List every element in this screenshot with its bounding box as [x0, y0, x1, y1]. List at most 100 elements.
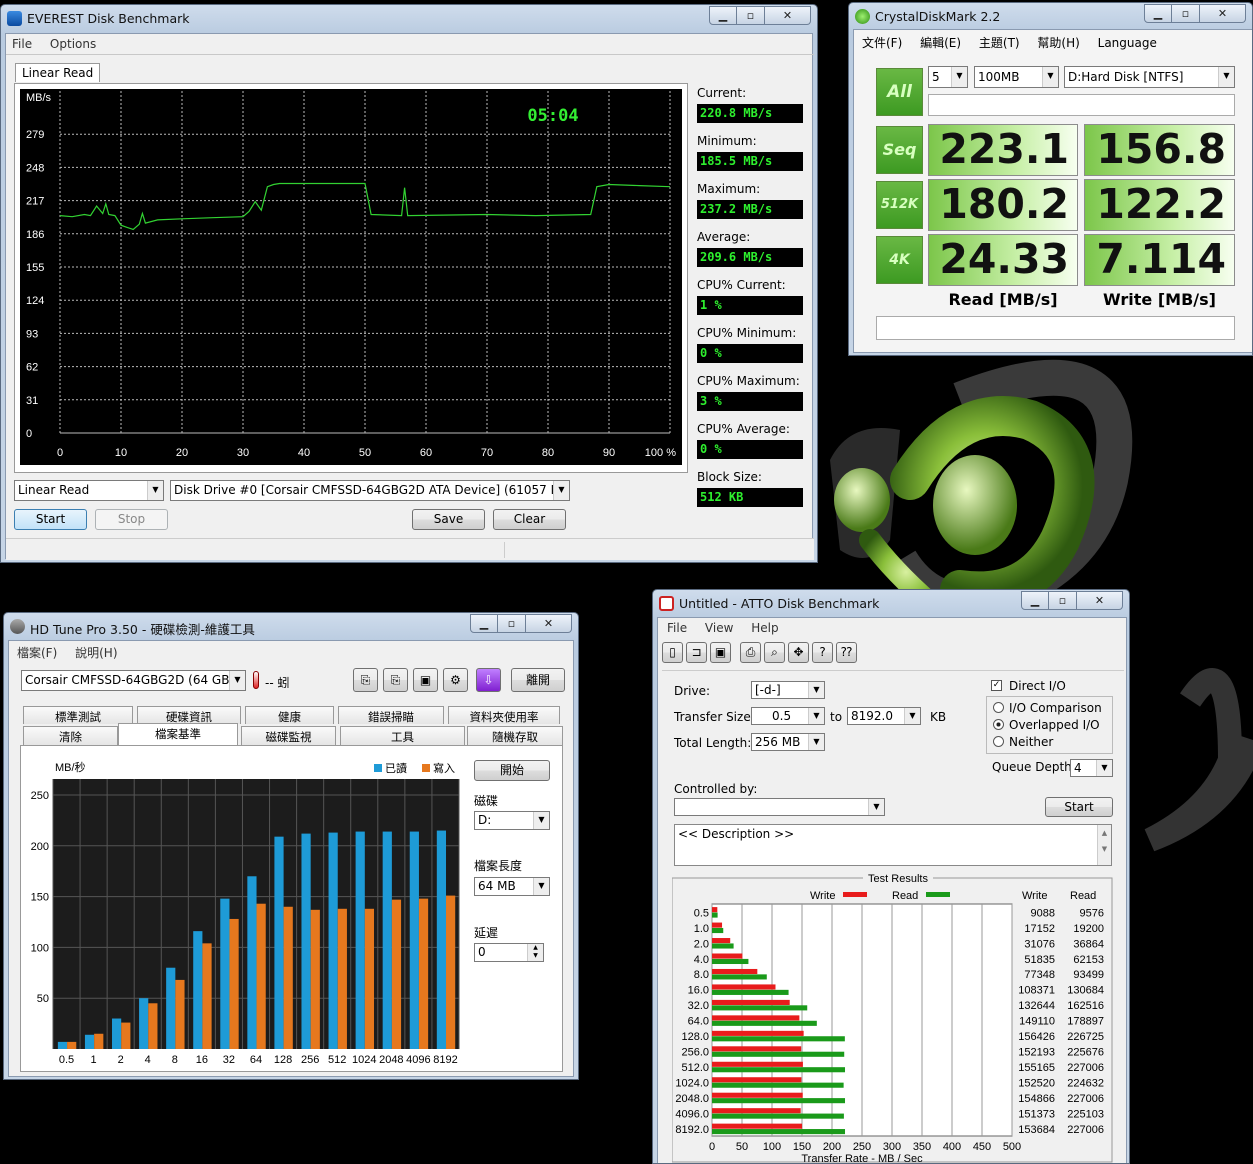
close-icon[interactable]: ✕ — [1200, 4, 1246, 23]
print-preview-icon[interactable]: ⌕ — [764, 642, 785, 663]
tab-erase[interactable]: 清除 — [23, 726, 118, 745]
hdtune-titlebar[interactable]: HD Tune Pro 3.50 - 硬碟檢測-維護工具 ▁ ▫ ✕ — [4, 613, 578, 641]
minimize-icon[interactable]: ▁ — [1144, 4, 1172, 23]
read-value: 226725 — [1067, 1031, 1104, 1043]
hdtune-app-icon — [10, 619, 25, 634]
tab-health[interactable]: 健康 — [245, 706, 334, 724]
cdm-comment-box[interactable] — [928, 94, 1235, 116]
menu-theme[interactable]: 主題(T) — [979, 36, 1020, 50]
close-icon[interactable]: ✕ — [1077, 591, 1123, 610]
tab-error-scan[interactable]: 錯誤掃瞄 — [338, 706, 444, 724]
scrollbar[interactable]: ▲ ▼ — [1097, 825, 1111, 865]
open-folder-icon[interactable]: ⊐ — [686, 642, 707, 663]
save-icon[interactable]: ▣ — [710, 642, 731, 663]
context-help-icon[interactable]: ⁇ — [836, 642, 857, 663]
atto-titlebar[interactable]: Untitled - ATTO Disk Benchmark ▁ ▫ ✕ — [653, 590, 1129, 618]
options-icon[interactable]: ⚙ — [443, 668, 468, 692]
exit-button[interactable]: 離開 — [511, 668, 565, 692]
write-bar — [712, 1077, 802, 1083]
transfer-to-select[interactable]: 8192.0 ▼ — [847, 707, 921, 725]
tab-disk-monitor[interactable]: 磁碟監視 — [241, 726, 336, 745]
hdtune-drive-select[interactable]: Corsair CMFSSD-64GBG2D (64 GB) ▼ — [21, 670, 246, 691]
menu-help[interactable]: 說明(H) — [75, 646, 117, 660]
y-tick-label: 0 — [26, 428, 32, 440]
tab-linear-read[interactable]: Linear Read — [15, 63, 101, 82]
menu-file[interactable]: 文件(F) — [862, 36, 902, 50]
read-bar — [712, 1098, 846, 1104]
read-value: 227006 — [1067, 1062, 1104, 1074]
move-icon[interactable]: ✥ — [788, 642, 809, 663]
menu-file[interactable]: File — [12, 37, 32, 51]
close-icon[interactable]: ✕ — [526, 614, 572, 633]
write-value: 155165 — [1018, 1062, 1055, 1074]
save-icon[interactable]: ▣ — [413, 668, 438, 692]
neither-radio[interactable] — [993, 736, 1004, 747]
menu-options[interactable]: Options — [50, 37, 96, 51]
delay-stepper[interactable]: 0 ▲ ▼ — [474, 943, 544, 962]
stop-button[interactable]: Stop — [95, 509, 168, 530]
file-length-select[interactable]: 64 MB ▼ — [474, 877, 550, 896]
clear-button[interactable]: Clear — [493, 509, 566, 530]
io-comparison-radio[interactable] — [993, 702, 1004, 713]
tab-random-access[interactable]: 隨機存取 — [467, 726, 563, 745]
start-button[interactable]: Start — [14, 509, 87, 530]
x-tick-label: 4 — [145, 1054, 151, 1066]
disk-drive-select[interactable]: Disk Drive #0 [Corsair CMFSSD-64GBG2D AT… — [170, 480, 570, 501]
start-button[interactable]: 開始 — [474, 760, 550, 781]
seq-button[interactable]: Seq — [876, 126, 923, 174]
read-bar — [220, 898, 230, 1049]
spin-arrows-icon[interactable]: ▲ ▼ — [527, 944, 543, 961]
io-comparison-label: I/O Comparison — [1009, 701, 1102, 715]
tab-file-benchmark[interactable]: 檔案基準 — [118, 723, 238, 745]
menu-edit[interactable]: 編輯(E) — [920, 36, 961, 50]
everest-titlebar[interactable]: EVEREST Disk Benchmark ▁ ▫ ✕ — [1, 5, 817, 33]
minimize-icon[interactable]: ▁ — [709, 6, 737, 25]
all-button[interactable]: All — [876, 68, 923, 116]
controlled-by-select[interactable]: ▼ — [674, 798, 885, 816]
new-file-icon[interactable]: ▯ — [662, 642, 683, 663]
tab-folder-usage[interactable]: 資料夾使用率 — [448, 706, 560, 724]
start-button[interactable]: Start — [1045, 797, 1113, 817]
drive-select[interactable]: [-d-] ▼ — [751, 681, 825, 699]
drive-select[interactable]: D:Hard Disk [NTFS] ▼ — [1064, 66, 1235, 88]
cdm-titlebar[interactable]: CrystalDiskMark 2.2 ▁ ▫ ✕ — [849, 3, 1252, 31]
4k-button[interactable]: 4K — [876, 236, 923, 284]
copy-text-button[interactable]: ⎘ — [353, 668, 378, 692]
maximize-icon[interactable]: ▫ — [1049, 591, 1077, 610]
menu-file[interactable]: File — [667, 621, 687, 635]
menu-help[interactable]: Help — [751, 621, 778, 635]
transfer-from-select[interactable]: 0.5 ▼ — [751, 707, 825, 725]
maximize-icon[interactable]: ▫ — [737, 6, 765, 25]
description-box[interactable]: << Description >> ▲ ▼ — [674, 824, 1112, 866]
test-mode-select[interactable]: Linear Read ▼ — [14, 480, 164, 501]
download-icon[interactable]: ⇩ — [476, 668, 501, 692]
runs-select[interactable]: 5 ▼ — [928, 66, 968, 88]
menu-help[interactable]: 幫助(H) — [1037, 36, 1079, 50]
disk-select[interactable]: D: ▼ — [474, 811, 550, 830]
hdtune-title: HD Tune Pro 3.50 - 硬碟檢測-維護工具 — [30, 622, 255, 637]
tab-benchmark[interactable]: 標準測試 — [23, 706, 133, 724]
print-icon[interactable]: ⎙ — [740, 642, 761, 663]
save-button[interactable]: Save — [412, 509, 485, 530]
overlapped-io-radio[interactable] — [993, 719, 1004, 730]
copy-all-button[interactable]: ⎘ — [383, 668, 408, 692]
minimize-icon[interactable]: ▁ — [470, 614, 498, 633]
tab-label: 工具 — [391, 730, 414, 744]
tab-tools[interactable]: 工具 — [340, 726, 465, 745]
size-select[interactable]: 100MB ▼ — [974, 66, 1059, 88]
direct-io-checkbox[interactable]: ✓ — [991, 680, 1002, 691]
menu-language[interactable]: Language — [1098, 36, 1157, 50]
maximize-icon[interactable]: ▫ — [1172, 4, 1200, 23]
help-icon[interactable]: ? — [812, 642, 833, 663]
minimize-icon[interactable]: ▁ — [1021, 591, 1049, 610]
close-icon[interactable]: ✕ — [765, 6, 811, 25]
total-length-select[interactable]: 256 MB ▼ — [751, 733, 825, 751]
queue-depth-select[interactable]: 4 ▼ — [1070, 759, 1113, 777]
512k-button[interactable]: 512K — [876, 181, 923, 229]
tab-info[interactable]: 硬碟資訊 — [137, 706, 241, 724]
maximize-icon[interactable]: ▫ — [498, 614, 526, 633]
menu-file[interactable]: 檔案(F) — [17, 646, 57, 660]
chevron-down-icon: ▼ — [808, 682, 824, 698]
cdm-menubar: 文件(F) 編輯(E) 主題(T) 幫助(H) Language — [862, 34, 1171, 51]
menu-view[interactable]: View — [705, 621, 733, 635]
